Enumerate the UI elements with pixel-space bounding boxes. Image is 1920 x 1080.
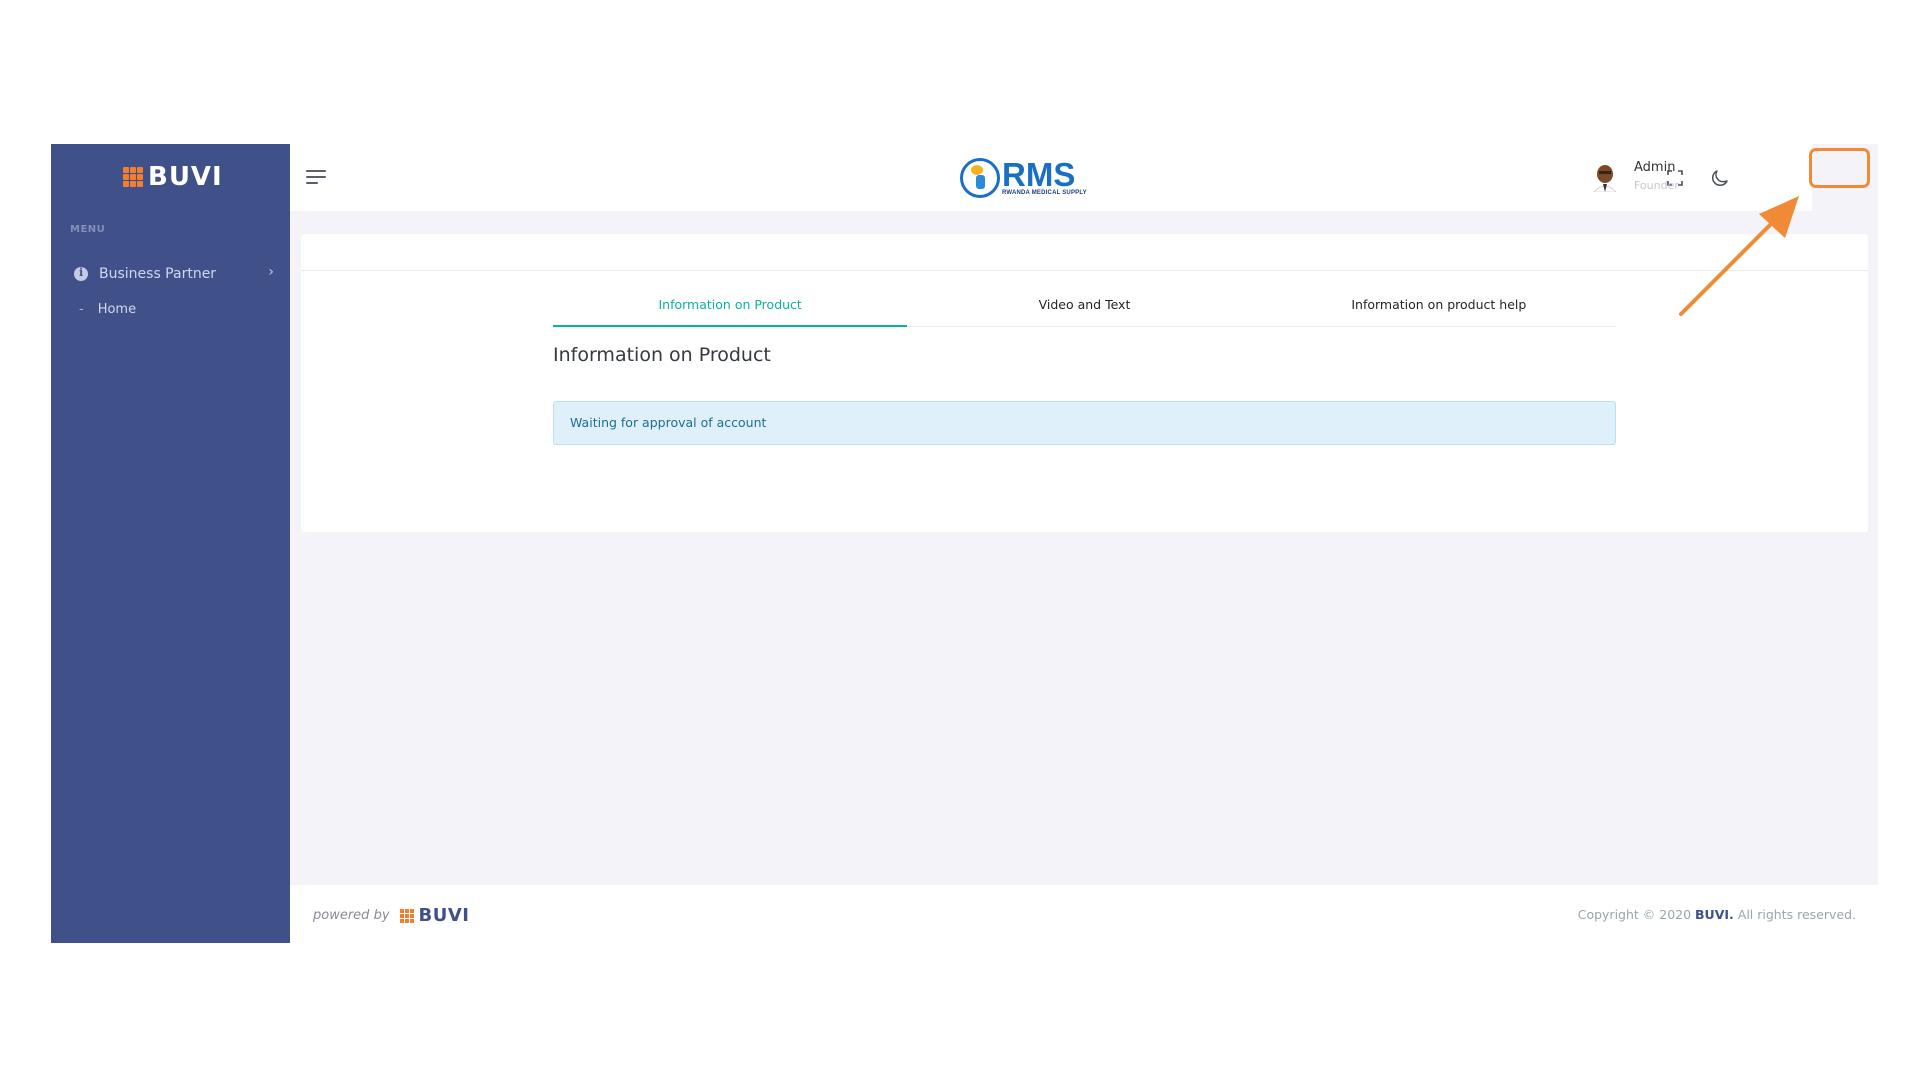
tab-information-on-product[interactable]: Information on Product bbox=[553, 284, 908, 327]
approval-alert: Waiting for approval of account bbox=[553, 401, 1616, 445]
copyright-brand[interactable]: BUVI. bbox=[1695, 907, 1734, 922]
topbar: RMS RWANDA MEDICAL SUPPLY bbox=[290, 144, 1878, 211]
sidebar: BUVI MENU Business Partner › - Home bbox=[51, 144, 290, 943]
brand-logo[interactable]: BUVI bbox=[123, 162, 223, 192]
sidebar-item-business-partner[interactable]: Business Partner › bbox=[74, 262, 274, 286]
brand-name: BUVI bbox=[148, 162, 223, 192]
powered-by-text: powered by bbox=[313, 908, 390, 923]
chevron-right-icon: › bbox=[268, 264, 274, 280]
info-circle-icon bbox=[74, 266, 88, 281]
user-name[interactable]: Admin bbox=[1634, 160, 1675, 175]
user-role: Founder bbox=[1634, 179, 1679, 192]
user-dropdown[interactable] bbox=[1812, 144, 1878, 211]
rms-logo-subtext: RWANDA MEDICAL SUPPLY bbox=[1002, 190, 1087, 196]
sidebar-subitem-label: Home bbox=[97, 302, 137, 317]
tab-information-on-product-help[interactable]: Information on product help bbox=[1262, 284, 1616, 326]
footer: powered by BUVI Copyright © 2020 BUVI. A… bbox=[290, 885, 1878, 943]
moon-icon[interactable] bbox=[1710, 168, 1730, 188]
avatar[interactable] bbox=[1592, 162, 1618, 192]
hamburger-menu-icon[interactable] bbox=[306, 170, 326, 184]
menu-title: MENU bbox=[70, 224, 106, 235]
sidebar-subitem-home[interactable]: - Home bbox=[79, 302, 136, 317]
rms-logo: RMS RWANDA MEDICAL SUPPLY bbox=[960, 158, 1087, 198]
rms-emblem-icon bbox=[960, 158, 1000, 198]
copyright-prefix: Copyright © 2020 bbox=[1577, 907, 1696, 922]
product-card: Information on Product Video and Text In… bbox=[301, 234, 1868, 532]
section-title: Information on Product bbox=[553, 344, 771, 366]
tab-video-and-text[interactable]: Video and Text bbox=[907, 284, 1261, 326]
powered-by: powered by BUVI bbox=[313, 905, 469, 926]
buvi-logo-icon bbox=[123, 167, 143, 187]
app-shell: BUVI MENU Business Partner › - Home RMS … bbox=[51, 144, 1878, 943]
sidebar-item-label: Business Partner bbox=[99, 266, 217, 282]
copyright-suffix: All rights reserved. bbox=[1733, 907, 1856, 922]
buvi-logo-icon bbox=[399, 908, 414, 923]
card-header bbox=[301, 234, 1868, 271]
rms-logo-text: RMS bbox=[1002, 156, 1076, 193]
footer-brand: BUVI bbox=[418, 905, 470, 926]
copyright: Copyright © 2020 BUVI. All rights reserv… bbox=[1578, 907, 1856, 922]
dash-icon: - bbox=[79, 302, 84, 317]
product-tabs: Information on Product Video and Text In… bbox=[553, 284, 1616, 327]
